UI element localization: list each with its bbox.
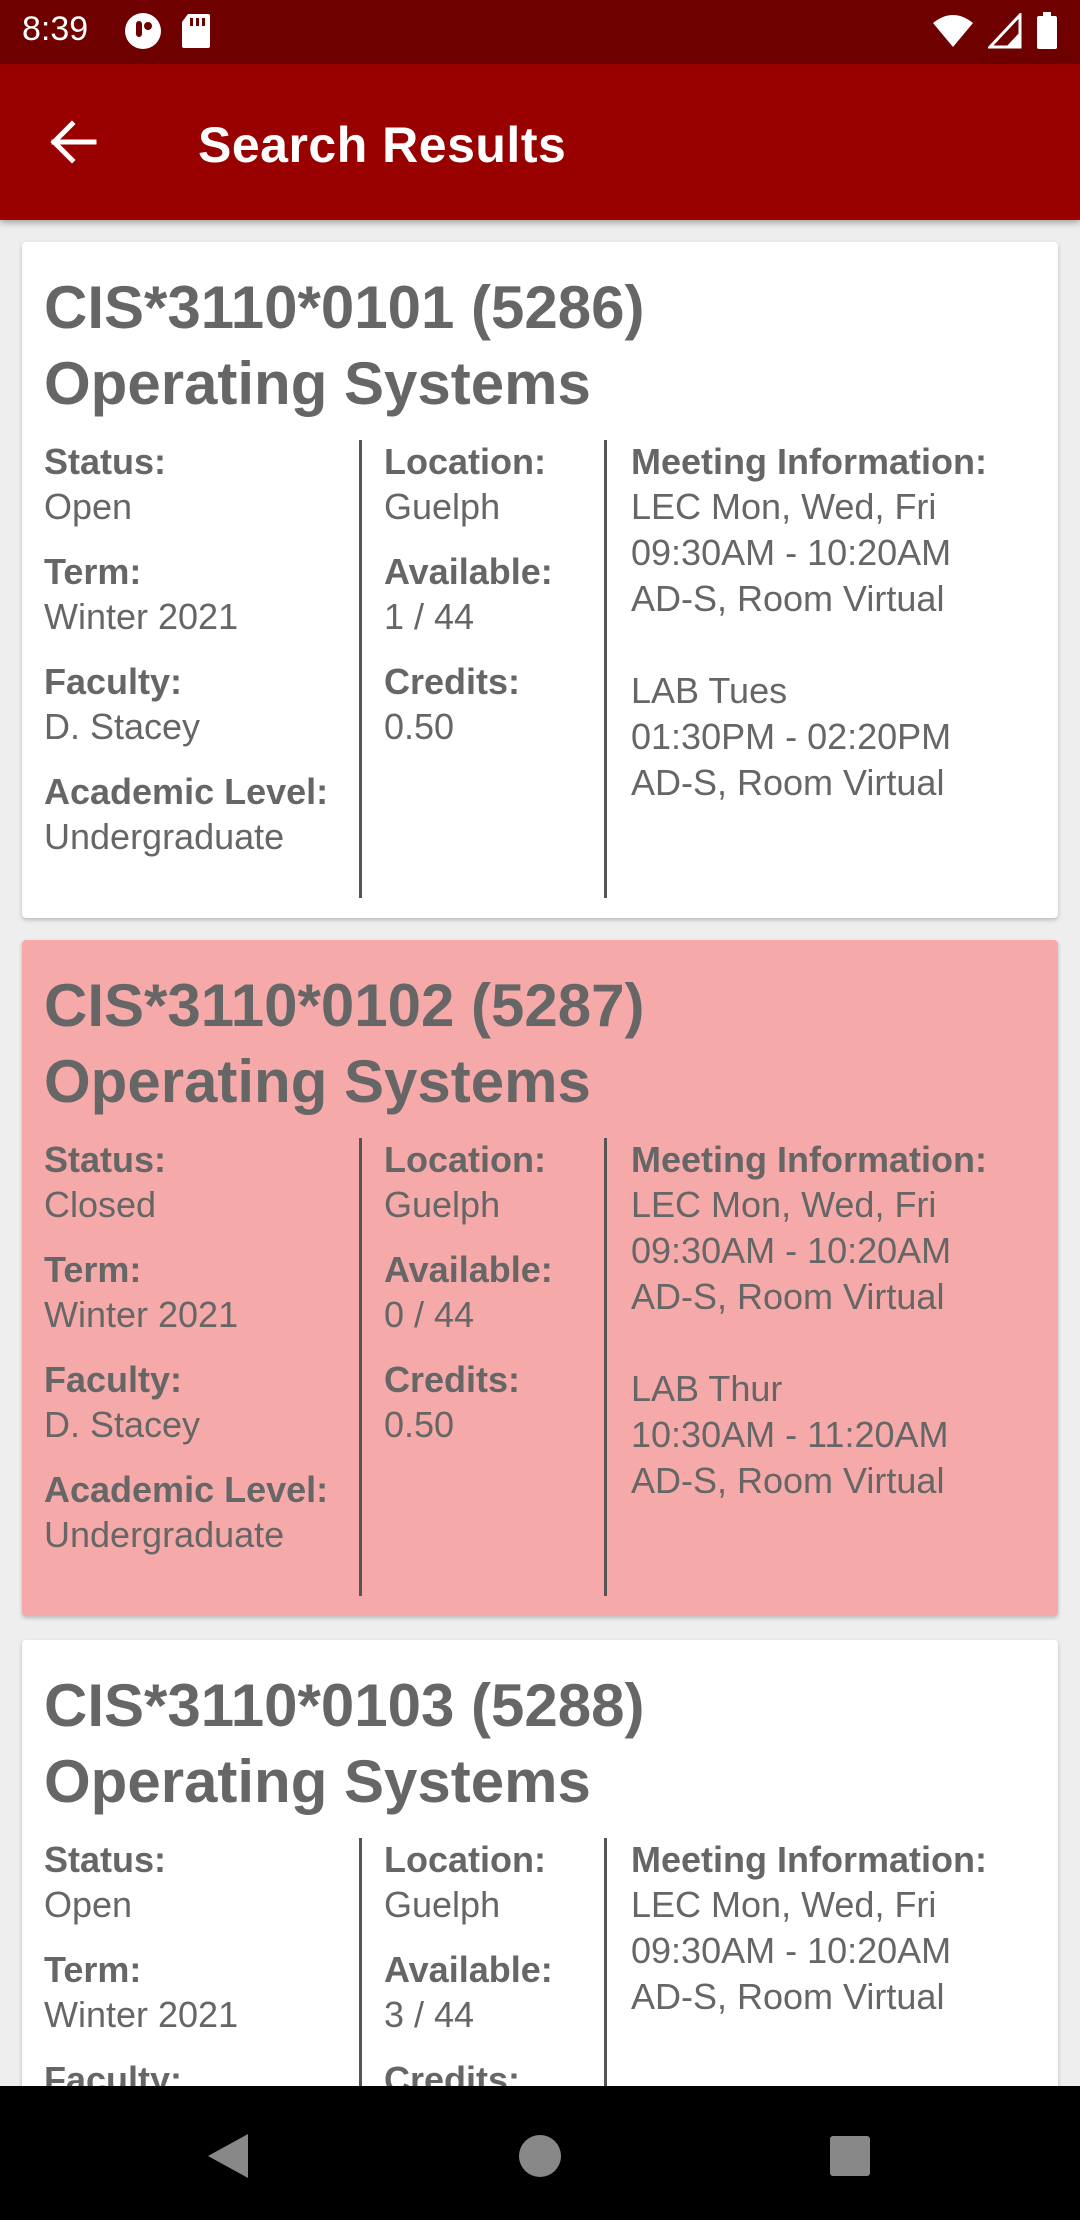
term-value: Winter 2021 <box>44 1294 239 1335</box>
course-name: Operating Systems <box>44 350 591 417</box>
term-label: Term: <box>44 1949 142 1990</box>
details-column-1: Status: Closed Term: Winter 2021 Faculty… <box>44 1138 362 1596</box>
back-button[interactable] <box>44 112 104 172</box>
term-label: Term: <box>44 551 142 592</box>
location-label: Location: <box>384 1139 546 1180</box>
credits-label: Credits: <box>384 661 521 702</box>
meeting-info-label: Meeting Information: <box>631 1139 987 1180</box>
square-recents-icon[interactable] <box>822 2128 878 2184</box>
status-icons-left <box>124 12 212 50</box>
status-bar: 8:39 <box>0 0 1080 64</box>
sd-card-icon <box>182 14 210 48</box>
faculty-label: Faculty: <box>44 2059 183 2086</box>
meeting-entry: LEC Mon, Wed, Fri 09:30AM - 10:20AM AD-S… <box>631 1884 952 2017</box>
term-value: Winter 2021 <box>44 596 239 637</box>
section-details: Status: Open Term: Winter 2021 Faculty: … <box>44 1838 1036 2086</box>
status-value: Open <box>44 486 133 527</box>
available-value: 1 / 44 <box>384 596 475 637</box>
credits-label: Credits: <box>384 2059 521 2086</box>
course-name: Operating Systems <box>44 1048 591 1115</box>
location-value: Guelph <box>384 486 501 527</box>
meeting-info-label: Meeting Information: <box>631 1839 987 1880</box>
results-list[interactable]: CIS*3110*0101 (5286) Operating Systems S… <box>0 220 1080 2086</box>
system-nav-bar <box>0 2086 1080 2220</box>
available-label: Available: <box>384 551 553 592</box>
available-label: Available: <box>384 1949 553 1990</box>
meeting-entry: LEC Mon, Wed, Fri 09:30AM - 10:20AM AD-S… <box>631 1184 952 1317</box>
location-label: Location: <box>384 441 546 482</box>
status-value: Closed <box>44 1184 157 1225</box>
location-value: Guelph <box>384 1184 501 1225</box>
notification-app-icon <box>125 13 161 49</box>
section-card[interactable]: CIS*3110*0101 (5286) Operating Systems S… <box>22 242 1058 918</box>
wifi-icon <box>933 15 973 47</box>
meeting-entry: LAB Thur 10:30AM - 11:20AM AD-S, Room Vi… <box>631 1368 949 1501</box>
credits-value: 0.50 <box>384 1404 455 1445</box>
details-column-2: Location: Guelph Available: 0 / 44 Credi… <box>384 1138 607 1596</box>
details-column-3: Meeting Information: LEC Mon, Wed, Fri 0… <box>631 1138 1051 1596</box>
status-icons-right <box>932 12 1058 50</box>
academic-level-label: Academic Level: <box>44 1469 329 1510</box>
status-label: Status: <box>44 1839 167 1880</box>
details-column-1: Status: Open Term: Winter 2021 Faculty: <box>44 1838 362 2086</box>
status-time: 8:39 <box>22 10 89 48</box>
course-code: CIS*3110*0102 (5287) <box>44 972 645 1039</box>
section-card-closed[interactable]: CIS*3110*0102 (5287) Operating Systems S… <box>22 940 1058 1616</box>
status-label: Status: <box>44 1139 167 1180</box>
available-value: 0 / 44 <box>384 1294 475 1335</box>
meeting-info-label: Meeting Information: <box>631 441 987 482</box>
triangle-back-icon[interactable] <box>202 2128 258 2184</box>
meeting-entry: LEC Mon, Wed, Fri 09:30AM - 10:20AM AD-S… <box>631 486 952 619</box>
term-label: Term: <box>44 1249 142 1290</box>
course-name: Operating Systems <box>44 1748 591 1815</box>
available-label: Available: <box>384 1249 553 1290</box>
battery-icon <box>1037 12 1057 49</box>
faculty-label: Faculty: <box>44 1359 183 1400</box>
academic-level-value: Undergraduate <box>44 1514 285 1555</box>
status-value: Open <box>44 1884 133 1925</box>
academic-level-value: Undergraduate <box>44 816 285 857</box>
term-value: Winter 2021 <box>44 1994 239 2035</box>
academic-level-label: Academic Level: <box>44 771 329 812</box>
details-column-3: Meeting Information: LEC Mon, Wed, Fri 0… <box>631 440 1051 898</box>
course-code: CIS*3110*0103 (5288) <box>44 1672 645 1739</box>
page-title: Search Results <box>198 117 567 173</box>
course-code: CIS*3110*0101 (5286) <box>44 274 645 341</box>
location-label: Location: <box>384 1839 546 1880</box>
status-label: Status: <box>44 441 167 482</box>
app-bar: Search Results <box>0 64 1080 220</box>
faculty-value: D. Stacey <box>44 706 201 747</box>
faculty-value: D. Stacey <box>44 1404 201 1445</box>
section-details: Status: Open Term: Winter 2021 Faculty: … <box>44 440 1036 898</box>
meeting-entry: LAB Tues 01:30PM - 02:20PM AD-S, Room Vi… <box>631 670 952 803</box>
faculty-label: Faculty: <box>44 661 183 702</box>
details-column-2: Location: Guelph Available: 3 / 44 Credi… <box>384 1838 607 2086</box>
details-column-1: Status: Open Term: Winter 2021 Faculty: … <box>44 440 362 898</box>
circle-home-icon[interactable] <box>512 2128 568 2184</box>
details-column-2: Location: Guelph Available: 1 / 44 Credi… <box>384 440 607 898</box>
credits-label: Credits: <box>384 1359 521 1400</box>
section-card[interactable]: CIS*3110*0103 (5288) Operating Systems S… <box>22 1640 1058 2086</box>
arrow-left-icon <box>50 120 97 164</box>
details-column-3: Meeting Information: LEC Mon, Wed, Fri 0… <box>631 1838 1051 2086</box>
credits-value: 0.50 <box>384 706 455 747</box>
available-value: 3 / 44 <box>384 1994 475 2035</box>
section-details: Status: Closed Term: Winter 2021 Faculty… <box>44 1138 1036 1596</box>
location-value: Guelph <box>384 1884 501 1925</box>
cell-signal-icon <box>988 13 1022 49</box>
